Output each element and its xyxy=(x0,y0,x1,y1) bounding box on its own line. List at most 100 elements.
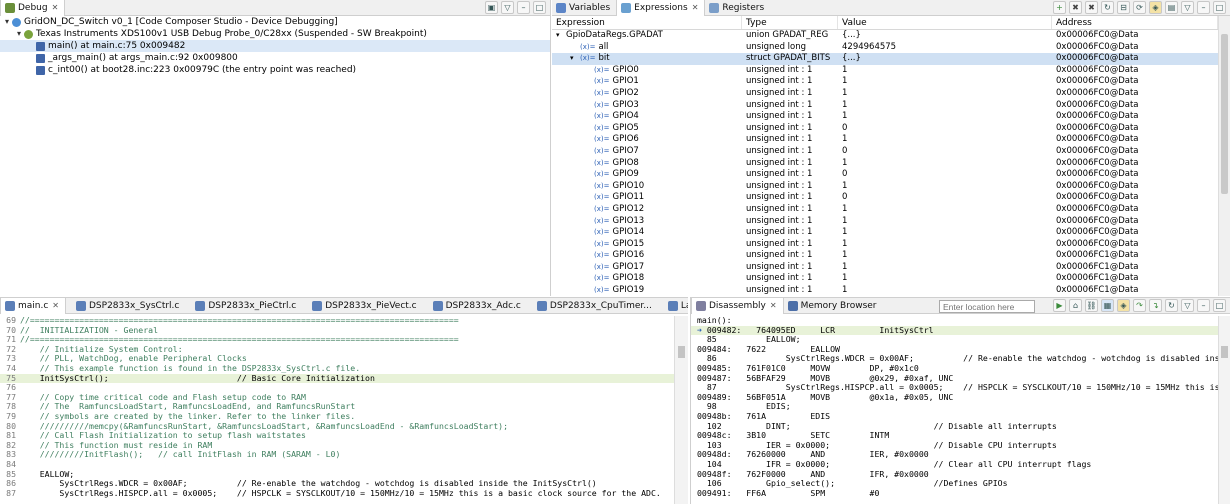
expression-value-cell[interactable]: 0 xyxy=(838,169,1052,181)
debug-tree-item[interactable]: c_int00() at boot28.inc:223 0x00979C (th… xyxy=(0,64,550,76)
expression-value-cell[interactable]: 1 xyxy=(838,65,1052,77)
chevron-down-icon[interactable]: ▾ xyxy=(556,30,566,42)
debug-tree-item[interactable]: _args_main() at args_main.c:92 0x009800 xyxy=(0,52,550,64)
tab-memory-browser[interactable]: Memory Browser xyxy=(784,298,883,314)
expression-value-cell[interactable]: 1 xyxy=(838,216,1052,228)
tab-debug[interactable]: Debug ✕ xyxy=(0,0,66,16)
home-icon[interactable]: ⌂ xyxy=(1069,299,1082,312)
location-input[interactable] xyxy=(939,300,1035,313)
expression-row[interactable]: (x)= GPIO15 unsigned int : 1 1 0x00006FC0@Da… xyxy=(552,239,1218,251)
expression-row[interactable]: (x)= GPIO19 unsigned int : 1 1 0x00006FC1@Da… xyxy=(552,285,1218,296)
expression-row[interactable]: (x)= GPIO13 unsigned int : 1 1 0x00006FC0@Da… xyxy=(552,216,1218,228)
refresh-icon[interactable]: ↻ xyxy=(1101,1,1114,14)
expression-value-cell[interactable]: 1 xyxy=(838,88,1052,100)
refresh-icon[interactable]: ↻ xyxy=(1165,299,1178,312)
tab-expressions[interactable]: Expressions ✕ xyxy=(616,0,706,16)
close-icon[interactable]: ✕ xyxy=(52,3,59,12)
step-into-icon[interactable]: ↴ xyxy=(1149,299,1162,312)
column-value[interactable]: Value xyxy=(838,16,1052,29)
expression-value-cell[interactable]: 1 xyxy=(838,273,1052,285)
editor-tab[interactable]: Lab5_5.c xyxy=(664,298,688,314)
expression-value-cell[interactable]: 1 xyxy=(838,181,1052,193)
chevron-down-icon[interactable]: ▾ xyxy=(14,28,24,40)
editor-tab[interactable]: main.c ✕ xyxy=(0,298,66,314)
expression-value-cell[interactable]: {...} xyxy=(838,53,1052,65)
show-source-icon[interactable]: ▦ xyxy=(1101,299,1114,312)
pin-icon[interactable]: ◈ xyxy=(1149,1,1162,14)
remove-launch-icon[interactable]: ▣ xyxy=(485,1,498,14)
editor-tab[interactable]: DSP2833x_SysCtrl.c xyxy=(72,298,185,314)
view-menu-icon[interactable]: ▽ xyxy=(1181,299,1194,312)
disassembly-scrollbar[interactable] xyxy=(1218,316,1230,504)
sync-icon[interactable]: ◈ xyxy=(1117,299,1130,312)
expression-value-cell[interactable]: 1 xyxy=(838,285,1052,296)
view-menu-icon[interactable]: ▽ xyxy=(501,1,514,14)
editor-scrollbar[interactable] xyxy=(674,316,688,504)
expression-row[interactable]: (x)= GPIO9 unsigned int : 1 0 0x00006FC0@Dat… xyxy=(552,169,1218,181)
column-address[interactable]: Address xyxy=(1052,16,1218,29)
expression-row[interactable]: (x)= GPIO5 unsigned int : 1 0 0x00006FC0@Dat… xyxy=(552,123,1218,135)
debug-tree-item[interactable]: ▾ GridON_DC_Switch v0_1 [Code Composer St… xyxy=(0,16,550,28)
expression-row[interactable]: (x)= GPIO2 unsigned int : 1 1 0x00006FC0@Dat… xyxy=(552,88,1218,100)
view-menu-icon[interactable]: ▽ xyxy=(1181,1,1194,14)
chevron-down-icon[interactable]: ▾ xyxy=(570,53,580,65)
expression-value-cell[interactable]: 1 xyxy=(838,204,1052,216)
debug-tree-item[interactable]: main() at main.c:75 0x009482 xyxy=(0,40,550,52)
expression-row[interactable]: (x)= GPIO8 unsigned int : 1 1 0x00006FC0@Dat… xyxy=(552,158,1218,170)
expression-row[interactable]: (x)= GPIO1 unsigned int : 1 1 0x00006FC0@Dat… xyxy=(552,76,1218,88)
scrollbar-thumb[interactable] xyxy=(1221,34,1228,194)
expression-value-cell[interactable]: 4294964575 xyxy=(838,42,1052,54)
minimize-icon[interactable]: – xyxy=(1197,299,1210,312)
expressions-scrollbar[interactable] xyxy=(1218,16,1230,296)
tab-disassembly[interactable]: Disassembly ✕ xyxy=(691,298,784,314)
expression-value-cell[interactable]: 1 xyxy=(838,100,1052,112)
debug-tree-item[interactable]: ▾ Texas Instruments XDS100v1 USB Debug Pr… xyxy=(0,28,550,40)
maximize-icon[interactable]: □ xyxy=(1213,299,1226,312)
maximize-icon[interactable]: □ xyxy=(533,1,546,14)
expression-row[interactable]: (x)= GPIO17 unsigned int : 1 1 0x00006FC1@Da… xyxy=(552,262,1218,274)
editor-tab[interactable]: DSP2833x_PieVect.c xyxy=(308,298,422,314)
expression-row[interactable]: (x)= GPIO0 unsigned int : 1 1 0x00006FC0@Dat… xyxy=(552,65,1218,77)
expression-value-cell[interactable]: 1 xyxy=(838,262,1052,274)
expression-value-cell[interactable]: 0 xyxy=(838,123,1052,135)
go-icon[interactable]: ▶ xyxy=(1053,299,1066,312)
expression-value-cell[interactable]: 1 xyxy=(838,250,1052,262)
add-expression-icon[interactable]: + xyxy=(1053,1,1066,14)
minimize-icon[interactable]: – xyxy=(517,1,530,14)
expression-value-cell[interactable]: 1 xyxy=(838,134,1052,146)
expression-row[interactable]: (x)= GPIO3 unsigned int : 1 1 0x00006FC0@Dat… xyxy=(552,100,1218,112)
expression-row[interactable]: (x)= GPIO16 unsigned int : 1 1 0x00006FC1@Da… xyxy=(552,250,1218,262)
editor-tab[interactable]: DSP2833x_Adc.c xyxy=(429,298,527,314)
minimize-icon[interactable]: – xyxy=(1197,1,1210,14)
tab-registers[interactable]: Registers xyxy=(705,0,770,16)
expression-row[interactable]: (x)= GPIO10 unsigned int : 1 1 0x00006FC0@Da… xyxy=(552,181,1218,193)
expression-row[interactable]: ▾ GpioDataRegs.GPADAT union GPADAT_REG {...… xyxy=(552,30,1218,42)
expression-value-cell[interactable]: 1 xyxy=(838,111,1052,123)
collapse-all-icon[interactable]: ⊟ xyxy=(1117,1,1130,14)
editor-tab[interactable]: DSP2833x_PieCtrl.c xyxy=(191,298,302,314)
tab-variables[interactable]: Variables xyxy=(552,0,616,16)
disassembly-area[interactable]: main(): ➜ 009482: 764095ED LCR InitSysCtr… xyxy=(691,315,1230,504)
expression-row[interactable]: (x)= GPIO11 unsigned int : 1 0 0x00006FC0@Da… xyxy=(552,192,1218,204)
expression-value-cell[interactable]: 0 xyxy=(838,146,1052,158)
continuous-refresh-icon[interactable]: ⟳ xyxy=(1133,1,1146,14)
chevron-down-icon[interactable]: ▾ xyxy=(2,16,12,28)
link-icon[interactable]: ⛓ xyxy=(1085,299,1098,312)
column-type[interactable]: Type xyxy=(742,16,838,29)
step-over-icon[interactable]: ↷ xyxy=(1133,299,1146,312)
remove-all-icon[interactable]: ✖ xyxy=(1085,1,1098,14)
editor-tab[interactable]: DSP2833x_CpuTimer... xyxy=(533,298,658,314)
expression-value-cell[interactable]: 1 xyxy=(838,239,1052,251)
expression-row[interactable]: (x)= GPIO18 unsigned int : 1 1 0x00006FC1@Da… xyxy=(552,273,1218,285)
expression-row[interactable]: (x)= GPIO7 unsigned int : 1 0 0x00006FC0@Dat… xyxy=(552,146,1218,158)
remove-icon[interactable]: ✖ xyxy=(1069,1,1082,14)
expression-row[interactable]: (x)= all unsigned long 4294964575 0x00006FC0… xyxy=(552,42,1218,54)
expression-value-cell[interactable]: {...} xyxy=(838,30,1052,42)
expression-value-cell[interactable]: 1 xyxy=(838,158,1052,170)
column-expression[interactable]: Expression xyxy=(552,16,742,29)
new-view-icon[interactable]: ▤ xyxy=(1165,1,1178,14)
expression-row[interactable]: (x)= GPIO4 unsigned int : 1 1 0x00006FC0@Dat… xyxy=(552,111,1218,123)
expression-row[interactable]: (x)= GPIO12 unsigned int : 1 1 0x00006FC0@Da… xyxy=(552,204,1218,216)
close-icon[interactable]: ✕ xyxy=(52,301,59,310)
close-icon[interactable]: ✕ xyxy=(692,3,699,12)
